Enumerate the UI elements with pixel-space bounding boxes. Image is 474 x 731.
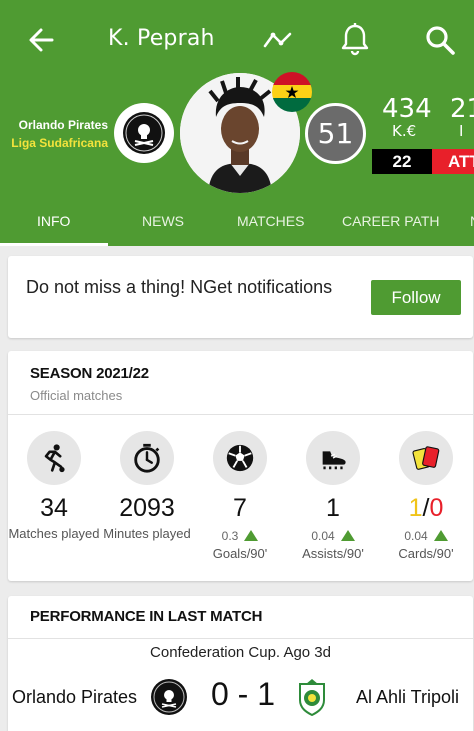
match-competition: Confederation Cup. Ago 3d [150, 644, 331, 661]
al-ahli-tripoli-crest-icon [299, 679, 325, 716]
last-match-title: PERFORMANCE IN LAST MATCH [30, 608, 263, 625]
tab-career-path[interactable]: CAREER PATH [342, 213, 440, 229]
notification-message: Do not miss a thing! NGet notifications [26, 277, 333, 297]
stat-value: 1/0 [380, 491, 472, 525]
orlando-pirates-crest-icon [151, 679, 187, 715]
soccer-ball-icon [213, 431, 267, 485]
match-score: 0 - 1 [210, 676, 276, 712]
tab-bar: INFO NEWS MATCHES CAREER PATH N [0, 196, 474, 246]
player-running-icon [27, 431, 81, 485]
stat-value: 2093 [119, 494, 175, 522]
follow-button[interactable]: Follow [371, 280, 461, 315]
market-value: 434 [382, 94, 432, 124]
notification-card: Do not miss a thing! NGet notifications … [8, 256, 473, 338]
stat-rate: 0.04 [380, 527, 472, 545]
stat-label: Goals/90' [212, 546, 268, 561]
trend-up-icon [433, 530, 448, 541]
tab-news[interactable]: NEWS [142, 213, 184, 229]
orlando-pirates-crest-icon [123, 112, 165, 154]
stat-assists[interactable]: 1 0.04 Assists/90' [287, 431, 379, 562]
red-card-count: 0 [429, 494, 444, 522]
season-subtitle: Official matches [30, 388, 123, 403]
trend-chart-icon[interactable] [262, 26, 294, 54]
shirt-number-badge: 51 [305, 103, 366, 164]
position-badge: ATT [432, 149, 474, 174]
club-name[interactable]: Orlando Pirates [11, 116, 108, 134]
divider [8, 638, 473, 639]
trend-up-icon [244, 530, 259, 541]
search-icon[interactable] [424, 24, 456, 56]
second-value-unit: I [459, 122, 464, 140]
stat-rate: 0.04 [287, 527, 379, 545]
league-name[interactable]: Liga Sudafricana [11, 134, 108, 152]
home-team-name: Orlando Pirates [12, 687, 138, 707]
stopwatch-icon [120, 431, 174, 485]
stat-matches-played[interactable]: 34 Matches played [8, 431, 100, 542]
rate-value: 0.3 [221, 529, 239, 543]
rate-value: 0.04 [404, 529, 428, 543]
away-team-name: Al Ahli Tripoli [355, 687, 459, 707]
yellow-card-count: 1 [408, 494, 423, 522]
tab-matches[interactable]: MATCHES [237, 213, 304, 229]
stat-value: 7 [233, 494, 247, 522]
club-info: Orlando Pirates Liga Sudafricana [11, 116, 108, 152]
club-crest[interactable] [114, 103, 174, 163]
age-badge: 22 [372, 149, 432, 174]
football-boot-icon [306, 431, 360, 485]
market-value-unit: K.€ [392, 122, 417, 140]
rate-value: 0.04 [311, 529, 335, 543]
stat-minutes-played[interactable]: 2093 Minutes played [101, 431, 193, 542]
stat-rate: 0.3 [194, 527, 286, 545]
cards-icon [399, 431, 453, 485]
active-tab-indicator [0, 243, 108, 246]
divider [8, 414, 473, 415]
stat-label: Assists/90' [302, 546, 364, 561]
stat-label: Minutes played [103, 526, 191, 541]
player-header: K. Peprah Orlando Pirates Liga Sudafrica… [0, 0, 474, 246]
bell-icon[interactable] [340, 22, 370, 56]
trend-up-icon [340, 530, 355, 541]
back-arrow-icon[interactable] [26, 24, 58, 56]
tab-next[interactable]: N [470, 213, 474, 229]
stat-value: 34 [40, 494, 68, 522]
stat-goals[interactable]: 7 0.3 Goals/90' [194, 431, 286, 562]
ghana-flag-icon [272, 72, 312, 112]
top-app-bar: K. Peprah [0, 0, 474, 80]
season-title: SEASON 2021/22 [30, 365, 149, 382]
last-match-card[interactable]: PERFORMANCE IN LAST MATCH Confederation … [8, 596, 473, 731]
stat-label: Cards/90' [398, 546, 454, 561]
second-value: 21 [450, 94, 474, 124]
stat-value: 1 [326, 494, 340, 522]
tab-info[interactable]: INFO [37, 213, 70, 229]
season-stats-card: SEASON 2021/22 Official matches 34 Match… [8, 351, 473, 581]
stat-cards[interactable]: 1/0 0.04 Cards/90' [380, 431, 472, 562]
stat-label: Matches played [8, 526, 100, 541]
page-title: K. Peprah [108, 26, 215, 51]
